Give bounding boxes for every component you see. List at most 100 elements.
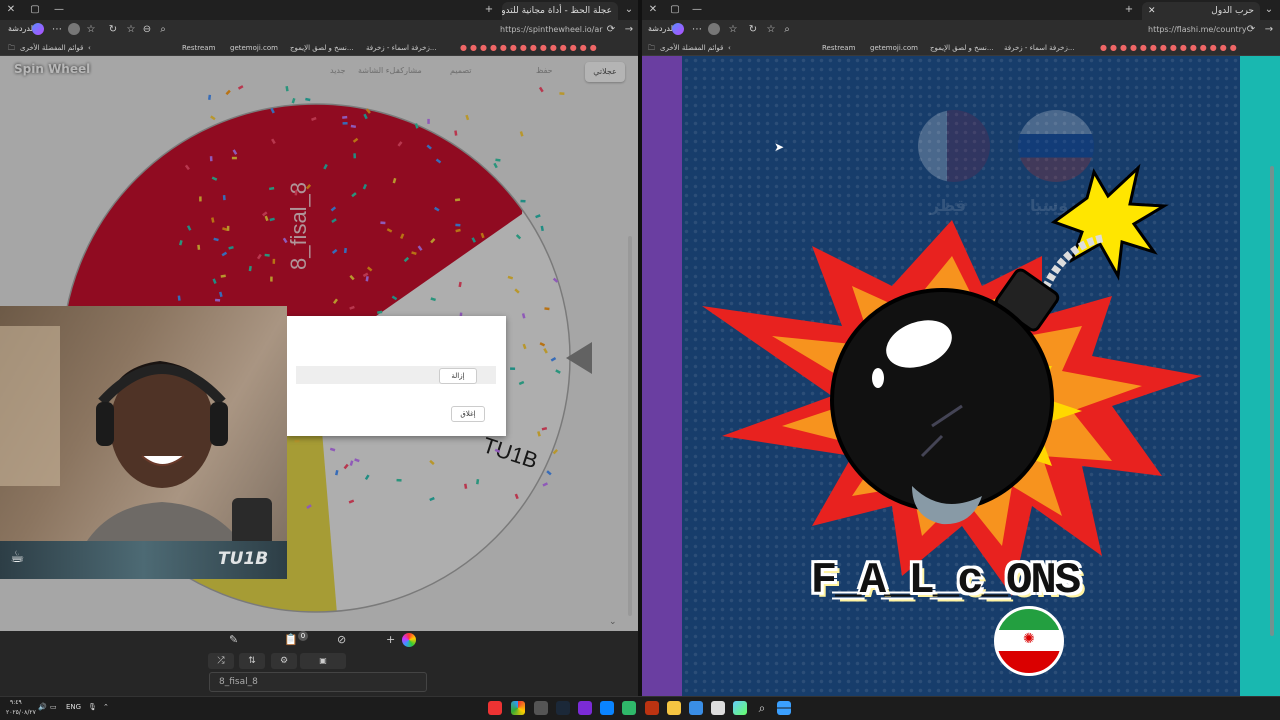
chevron-left-icon[interactable]: ‹ — [88, 43, 91, 53]
bookmark-emoji-copy[interactable]: نسخ و لصق الإيموج... — [290, 43, 354, 53]
forward-icon[interactable]: → — [1262, 23, 1276, 37]
bookmarks-folder-icon[interactable]: 🗀 — [648, 43, 655, 53]
app-white-icon[interactable] — [711, 701, 725, 715]
browser-tab[interactable]: ✕ حرب الدول — [1142, 2, 1260, 20]
bomb-icon — [830, 288, 1054, 512]
close-icon[interactable]: ✕ — [4, 3, 18, 17]
bookmark-getemoji[interactable]: getemoji.com — [230, 43, 278, 53]
favorite-icon[interactable]: ☆ — [764, 23, 778, 37]
remove-button[interactable]: إزالة — [439, 368, 477, 384]
bookmarks-folder[interactable]: قوائم المفضلة الأخرى — [20, 43, 83, 53]
network-icon[interactable]: ▭ — [50, 703, 57, 711]
scrollbar[interactable] — [628, 236, 632, 616]
shuffle-icon[interactable]: ⤮ — [208, 653, 234, 669]
copilot-icon[interactable] — [32, 23, 44, 35]
list-icon[interactable]: 📋 — [284, 633, 298, 646]
chevron-left-icon[interactable]: ‹ — [728, 43, 731, 53]
bookmark-icons-row[interactable]: ●●●●●●●●●●●●●● — [1100, 43, 1240, 53]
more-icon[interactable]: ⋯ — [50, 23, 64, 37]
extensions-icon[interactable]: ☆ — [726, 23, 740, 37]
mic-icon[interactable]: 🎙 — [88, 703, 97, 711]
entries-count-badge: 0 — [298, 631, 308, 641]
start-icon[interactable] — [777, 701, 791, 715]
image-button-icon[interactable]: ▣ — [300, 653, 346, 669]
emblem-icon: ✺ — [1023, 631, 1035, 647]
edge-icon[interactable] — [600, 701, 614, 715]
bookmarks-bar: 🗀 قوائم المفضلة الأخرى ‹ Restream getemo… — [642, 40, 1280, 56]
scroll-down-icon[interactable]: ⌄ — [609, 617, 617, 627]
forward-icon[interactable]: → — [622, 23, 636, 37]
copilot-taskbar-icon[interactable] — [733, 701, 747, 715]
chrome-icon[interactable] — [511, 701, 525, 715]
app-red-icon[interactable] — [645, 701, 659, 715]
search-icon[interactable]: ⌕ — [780, 23, 794, 37]
bookmark-name-decor[interactable]: زخرفة اسماء - زخرفة... — [1004, 43, 1075, 53]
tab-close-icon[interactable]: ✕ — [1148, 6, 1156, 16]
sort-icon[interactable]: ⇅ — [239, 653, 265, 669]
right-browser-window: ✕ ▢ — + ✕ حرب الدول ⌄ الدردشة ⋯ ☆ ↻ ☆ ⌕ … — [642, 0, 1280, 696]
close-icon[interactable]: ✕ — [646, 3, 660, 17]
maximize-icon[interactable]: ▢ — [28, 3, 42, 17]
site-settings-icon[interactable]: ⊖ — [140, 23, 154, 37]
microphone-icon — [232, 498, 272, 546]
scrollbar[interactable] — [1270, 166, 1274, 636]
minimize-icon[interactable]: — — [690, 3, 704, 17]
extensions-icon[interactable]: ☆ — [84, 23, 98, 37]
bookmarks-folder-icon[interactable]: 🗀 — [8, 43, 15, 53]
address-bar: الدردشة ⋯ ☆ ↻ ☆ ⊖ ⌕ https://spinthewheel… — [0, 20, 638, 40]
search-icon[interactable]: ⌕ — [156, 23, 170, 37]
browser-tab[interactable]: ✕ 🔊 عجلة الحظ - أداة مجانية للتدوير — [502, 2, 618, 20]
url-field[interactable]: https://flashi.me/country — [1148, 23, 1247, 37]
color-palette-icon[interactable] — [402, 633, 416, 647]
bookmark-emoji-copy[interactable]: نسخ و لصق الإيموج... — [930, 43, 994, 53]
favorite-icon[interactable]: ☆ — [124, 23, 138, 37]
bookmarks-folder[interactable]: قوائم المفضلة الأخرى — [660, 43, 723, 53]
photos-icon[interactable] — [689, 701, 703, 715]
tray-expand-icon[interactable]: ⌃ — [103, 703, 109, 711]
refresh-icon[interactable]: ↻ — [106, 23, 120, 37]
tab-list-icon[interactable]: ⌄ — [622, 3, 636, 17]
new-tab-icon[interactable]: + — [1122, 3, 1136, 17]
flashi-page: قطر روسيا F_A_L_c_ONS ✺ ➤ — [642, 56, 1280, 696]
bookmark-icons-row[interactable]: ●●●●●●●●●●●●●● — [460, 43, 600, 53]
entry-textarea[interactable]: 8_fisal_8 — [209, 672, 427, 692]
team-name: F_A_L_c_ONS — [810, 556, 1081, 606]
app-icon[interactable] — [534, 701, 548, 715]
webcam-overlay: ☕ TU1B — [0, 306, 287, 579]
logo-icon: ☕ — [10, 547, 25, 566]
reload-icon[interactable]: ⟳ — [1244, 23, 1258, 37]
add-icon[interactable]: + — [386, 633, 395, 646]
tab-list-icon[interactable]: ⌄ — [1262, 3, 1276, 17]
settings-icon[interactable]: ⚙ — [271, 653, 297, 669]
bookmark-name-decor[interactable]: زخرفة اسماء - زخرفة... — [366, 43, 437, 53]
clock-date[interactable]: ٢٠٢٥/٠٨/٢٧ — [6, 709, 36, 716]
minimize-icon[interactable]: — — [52, 3, 66, 17]
bookmark-getemoji[interactable]: getemoji.com — [870, 43, 918, 53]
clock-time[interactable]: ٩:٤٩ — [10, 699, 22, 706]
close-dialog-button[interactable]: إغلاق — [451, 406, 485, 422]
title-bar: ✕ ▢ — + ✕ 🔊 عجلة الحظ - أداة مجانية للتد… — [0, 0, 638, 20]
url-field[interactable]: https://spinthewheel.io/ar — [500, 23, 603, 37]
app-green-icon[interactable] — [622, 701, 636, 715]
search-icon[interactable]: ⌕ — [755, 701, 769, 715]
volume-icon[interactable]: 🔊 — [38, 703, 47, 711]
file-explorer-icon[interactable] — [667, 701, 681, 715]
avatar[interactable] — [708, 23, 720, 35]
steam-icon[interactable] — [556, 701, 570, 715]
language-indicator[interactable]: ENG — [66, 703, 81, 711]
maximize-icon[interactable]: ▢ — [668, 3, 682, 17]
hide-icon[interactable]: ⊘ — [337, 633, 346, 646]
new-tab-icon[interactable]: + — [482, 3, 496, 17]
refresh-icon[interactable]: ↻ — [746, 23, 760, 37]
bookmark-restream[interactable]: Restream — [182, 43, 215, 53]
bookmark-restream[interactable]: Restream — [822, 43, 855, 53]
obs-icon[interactable] — [488, 701, 502, 715]
more-icon[interactable]: ⋯ — [690, 23, 704, 37]
copilot-icon[interactable] — [672, 23, 684, 35]
app-purple-icon[interactable] — [578, 701, 592, 715]
address-bar: الدردشة ⋯ ☆ ↻ ☆ ⌕ https://flashi.me/coun… — [642, 20, 1280, 40]
avatar[interactable] — [68, 23, 80, 35]
reload-icon[interactable]: ⟳ — [604, 23, 618, 37]
edit-icon[interactable]: ✎ — [229, 633, 238, 646]
bookmarks-bar: 🗀 قوائم المفضلة الأخرى ‹ Restream getemo… — [0, 40, 638, 56]
